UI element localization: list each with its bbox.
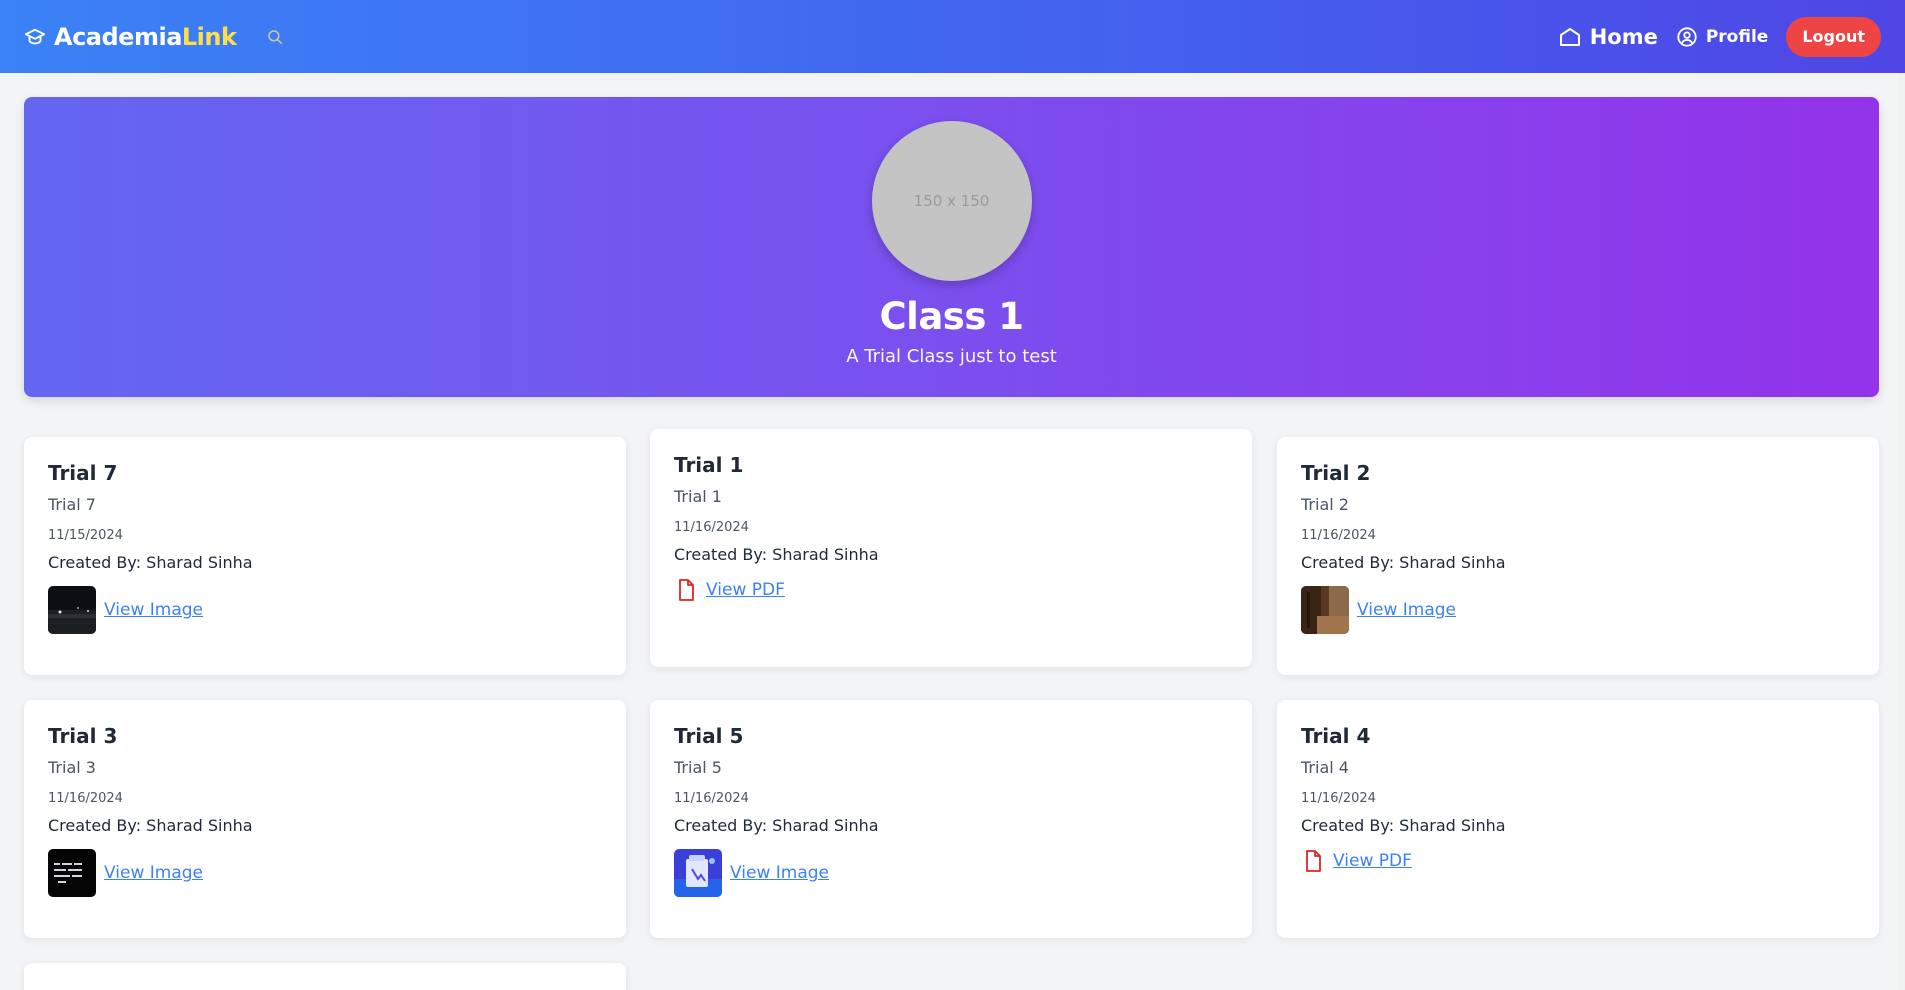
assignment-card: Trial 5 Trial 5 11/16/2024 Created By: S…: [650, 700, 1252, 938]
brand-name-main: Academia: [54, 22, 182, 51]
card-description: Trial 2: [1301, 495, 1349, 514]
brand-name-accent: Link: [181, 22, 237, 51]
card-date: 11/16/2024: [1301, 791, 1376, 806]
view-image-link[interactable]: View Image: [730, 863, 829, 883]
nav-profile-label: Profile: [1705, 26, 1769, 47]
attachment: View Image: [674, 849, 1228, 897]
card-creator: Created By: Sharad Sinha: [1301, 816, 1506, 835]
nav-home-label: Home: [1589, 24, 1658, 49]
card-creator: Created By: Sharad Sinha: [48, 816, 253, 835]
brand-logo[interactable]: AcademiaLink: [24, 22, 237, 51]
image-thumbnail[interactable]: [1301, 586, 1349, 634]
view-pdf-link[interactable]: View PDF: [1333, 851, 1412, 871]
card-date: 11/16/2024: [48, 791, 123, 806]
attachment: View Image: [1301, 586, 1855, 634]
attachment: View PDF: [674, 578, 1228, 602]
card-title: Trial 7: [48, 461, 118, 485]
nav-home-link[interactable]: Home: [1558, 25, 1658, 49]
class-title: Class 1: [879, 295, 1024, 338]
card-date: 11/16/2024: [674, 520, 749, 535]
assignment-card: Trial 7 Trial 7 11/15/2024 Created By: S…: [24, 437, 626, 675]
file-icon: [1306, 850, 1321, 872]
attachment: View PDF: [1301, 849, 1855, 873]
image-thumbnail[interactable]: [674, 849, 722, 897]
class-avatar: 150 x 150: [871, 121, 1032, 281]
card-date: 11/15/2024: [48, 528, 123, 543]
card-creator: Created By: Sharad Sinha: [674, 816, 879, 835]
navbar: AcademiaLink Home Profile Logout: [0, 0, 1905, 73]
image-thumbnail[interactable]: [48, 586, 96, 634]
assignment-card: Trial 1 Trial 1 11/16/2024 Created By: S…: [650, 429, 1252, 667]
class-description: A Trial Class just to test: [846, 346, 1057, 367]
card-title: Trial 5: [674, 724, 744, 748]
card-creator: Created By: Sharad Sinha: [674, 545, 879, 564]
view-image-link[interactable]: View Image: [1357, 600, 1456, 620]
assignment-card: Trial 3 Trial 3 11/16/2024 Created By: S…: [24, 700, 626, 938]
scrollbar[interactable]: [1897, 73, 1905, 990]
view-image-link[interactable]: View Image: [104, 600, 203, 620]
card-description: Trial 7: [48, 495, 96, 514]
card-date: 11/16/2024: [1301, 528, 1376, 543]
view-image-link[interactable]: View Image: [104, 863, 203, 883]
avatar-placeholder-text: 150 x 150: [913, 192, 990, 210]
card-description: Trial 5: [674, 758, 722, 777]
card-date: 11/16/2024: [674, 791, 749, 806]
graduation-cap-icon: [24, 28, 46, 44]
brand-name: AcademiaLink: [54, 22, 237, 51]
card-description: Trial 3: [48, 758, 96, 777]
card-title: Trial 2: [1301, 461, 1371, 485]
card-description: Trial 1: [674, 487, 722, 506]
assignment-card: Trial 2 Trial 2 11/16/2024 Created By: S…: [1277, 437, 1879, 675]
card-creator: Created By: Sharad Sinha: [48, 553, 253, 572]
image-thumbnail[interactable]: [48, 849, 96, 897]
logout-button[interactable]: Logout: [1786, 16, 1881, 57]
attachment: View Image: [48, 849, 602, 897]
attachment: View Image: [48, 586, 602, 634]
search-icon: [268, 29, 283, 44]
view-pdf-link[interactable]: View PDF: [706, 580, 785, 600]
card-description: Trial 4: [1301, 758, 1349, 777]
file-icon: [679, 579, 694, 601]
nav-profile-link[interactable]: Profile: [1676, 26, 1768, 48]
card-title: Trial 1: [674, 453, 744, 477]
assignment-card: Trial 4 Trial 4 11/16/2024 Created By: S…: [1277, 700, 1879, 938]
nav-links: Home Profile Logout: [1558, 16, 1881, 57]
card-title: Trial 3: [48, 724, 118, 748]
assignment-card-partial: [24, 963, 626, 990]
card-title: Trial 4: [1301, 724, 1371, 748]
card-creator: Created By: Sharad Sinha: [1301, 553, 1506, 572]
user-circle-icon: [1677, 26, 1697, 47]
search-button[interactable]: [264, 26, 286, 48]
class-header: 150 x 150 Class 1 A Trial Class just to …: [24, 97, 1879, 397]
home-icon: [1559, 27, 1580, 46]
